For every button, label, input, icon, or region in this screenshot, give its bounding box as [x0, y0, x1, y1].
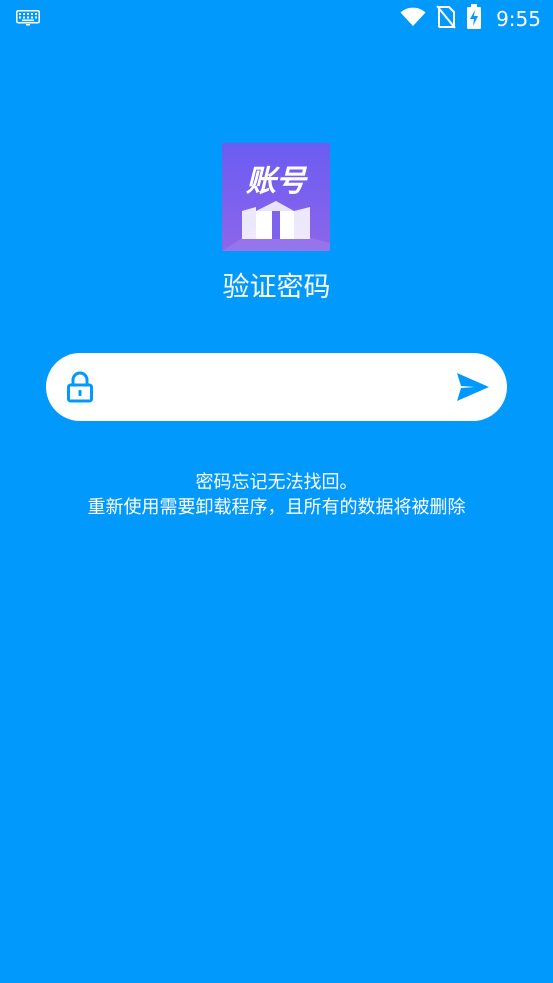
status-bar: 9:55 — [0, 0, 553, 38]
send-button[interactable] — [455, 371, 491, 403]
app-logo-text: 账号 — [246, 164, 308, 199]
battery-charging-icon — [466, 4, 482, 34]
no-sim-icon — [436, 5, 456, 33]
status-icons: 9:55 — [400, 4, 541, 34]
password-input[interactable] — [108, 367, 432, 409]
app-logo: 账号 — [222, 143, 330, 251]
send-icon — [457, 373, 489, 401]
hint-line-2: 重新使用需要卸载程序，且所有的数据将被删除 — [87, 497, 466, 518]
status-time: 9:55 — [496, 7, 541, 31]
wifi-icon — [400, 7, 426, 31]
hint-line-1: 密码忘记无法找回。 — [195, 472, 358, 493]
keyboard-icon — [16, 10, 40, 30]
password-field-container — [46, 353, 507, 421]
lock-icon — [66, 371, 94, 403]
hint-text: 密码忘记无法找回。 重新使用需要卸载程序，且所有的数据将被删除 — [0, 470, 553, 520]
page-title: 验证密码 — [222, 272, 331, 303]
